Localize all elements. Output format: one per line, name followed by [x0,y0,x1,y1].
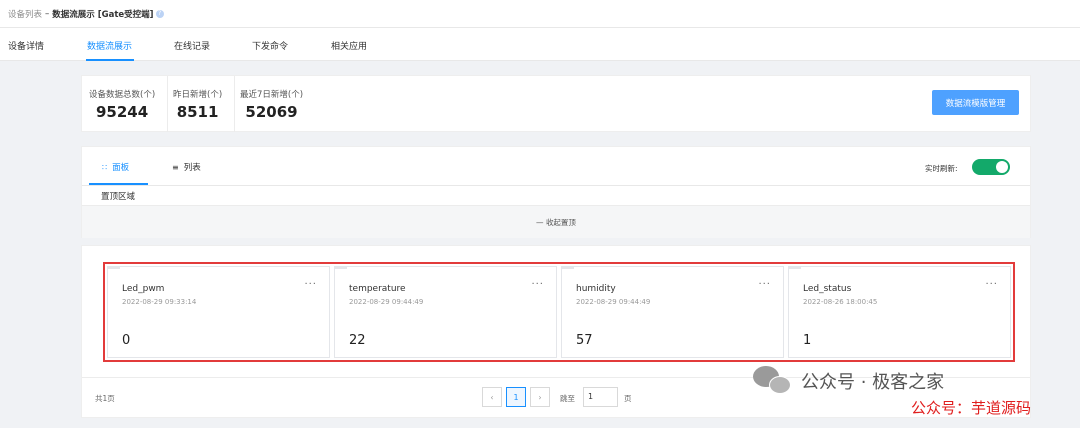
datastream-value: 0 [122,333,131,348]
jump-to-label: 跳至 [560,394,575,403]
next-page-button[interactable]: › [530,387,550,407]
card-corner [335,267,347,269]
tab-related-apps[interactable]: 相关应用 [331,39,367,52]
datastream-value: 22 [349,333,366,348]
stat-label: 设备数据总数(个) [89,90,156,100]
stat-7day-new: 最近7日新增(个) 52069 [240,88,303,121]
datastream-name: Led_pwm [122,284,165,294]
stat-value: 95244 [95,103,149,121]
stat-total-data: 设备数据总数(个) 95244 [89,88,155,121]
collapse-dash: — [536,217,546,227]
datastream-value: 1 [803,333,812,348]
more-icon[interactable]: ··· [531,279,544,290]
datastream-name: temperature [349,284,406,294]
card-corner [108,267,120,269]
datastream-card-humidity[interactable]: humidity 2022-08-29 09:44:49 ··· 57 [561,266,784,358]
help-icon[interactable]: ? [155,9,164,18]
total-pages: 共1页 [95,394,115,403]
watermark-text: 公众号 · 极客之家 [801,372,945,393]
grid-icon: ∷ [102,162,108,172]
view-panel-card: ∷ 面板 ≡ 列表 实时刷新: 置顶区域 — 收起置顶 [81,146,1031,238]
more-icon[interactable]: ··· [758,279,771,290]
toggle-knob [996,161,1008,173]
pinned-area-label: 置顶区域 [101,192,136,202]
page-1-button[interactable]: 1 [506,387,526,407]
datastream-time: 2022-08-26 18:00:45 [803,298,878,306]
divider [82,185,1030,186]
datastream-time: 2022-08-29 09:33:14 [122,298,197,306]
collapse-pinned-button[interactable]: — 收起置顶 [82,205,1030,238]
detail-tabs: 设备详情 数据流展示 在线记录 下发命令 相关应用 [0,28,1080,61]
collapse-pinned-label: 收起置顶 [545,217,576,227]
card-corner [789,267,801,269]
stat-label: 最近7日新增(个) [240,90,304,100]
tab-device-details[interactable]: 设备详情 [8,39,44,52]
breadcrumb: 设备列表 – 数据流展示 [Gate受控端] ? [0,0,1080,28]
stat-value: 8511 [176,103,219,121]
datastream-name: humidity [576,284,616,294]
wechat-icon [753,366,793,396]
tab-panel-label: 面板 [112,163,130,173]
stat-divider [234,76,235,132]
card-corner [562,267,574,269]
realtime-refresh-label: 实时刷新: [925,164,958,173]
tab-panel-view[interactable]: ∷ 面板 [102,161,130,174]
page-suffix: 页 [624,394,632,403]
datastream-time: 2022-08-29 09:44:49 [576,298,651,306]
more-icon[interactable]: ··· [985,279,998,290]
stat-yesterday-new: 昨日新增(个) 8511 [173,88,222,121]
datastream-card-temperature[interactable]: temperature 2022-08-29 09:44:49 ··· 22 [334,266,557,358]
datastream-template-button[interactable]: 数据流模版管理 [932,90,1019,115]
breadcrumb-device-list[interactable]: 设备列表 [8,8,42,20]
datastream-card-led-pwm[interactable]: Led_pwm 2022-08-29 09:33:14 ··· 0 [107,266,330,358]
breadcrumb-separator: – [45,8,50,19]
more-icon[interactable]: ··· [304,279,317,290]
tab-datastream-display[interactable]: 数据流展示 [87,39,132,52]
tab-online-records[interactable]: 在线记录 [174,39,210,52]
realtime-refresh-toggle[interactable] [972,159,1010,175]
datastream-name: Led_status [803,284,852,294]
datastream-card-led-status[interactable]: Led_status 2022-08-26 18:00:45 ··· 1 [788,266,1011,358]
watermark-wechat: 公众号 · 极客之家 [753,366,944,396]
tab-send-command[interactable]: 下发命令 [252,39,288,52]
watermark-red-text: 公众号：芋道源码 [911,399,1032,417]
datastream-time: 2022-08-29 09:44:49 [349,298,424,306]
tab-list-view[interactable]: ≡ 列表 [172,161,201,174]
stat-value: 52069 [245,103,298,121]
stats-card: 设备数据总数(个) 95244 昨日新增(个) 8511 最近7日新增(个) 5… [81,75,1031,132]
prev-page-button[interactable]: ‹ [482,387,502,407]
datastream-value: 57 [576,333,593,348]
stat-divider [167,76,168,132]
list-icon: ≡ [172,162,179,172]
active-tab-indicator [86,59,134,61]
stat-label: 昨日新增(个) [173,90,223,100]
page-title: 数据流展示 [Gate受控端] [52,9,154,20]
jump-page-input[interactable]: 1 [583,387,618,407]
tab-list-label: 列表 [183,163,201,173]
